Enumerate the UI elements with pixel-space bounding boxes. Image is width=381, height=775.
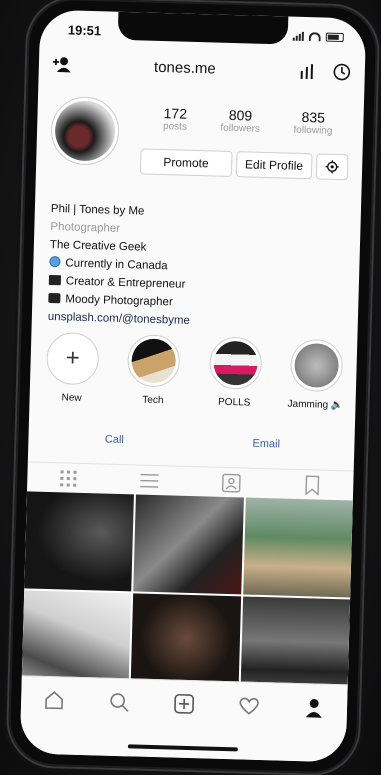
plus-icon: +: [65, 344, 81, 372]
add-user-icon[interactable]: [51, 53, 74, 76]
profile-actions: Promote Edit Profile: [139, 148, 349, 181]
bio-line: Currently in Canada: [65, 257, 168, 273]
post-thumbnail[interactable]: [242, 497, 353, 598]
stat-count: 835: [301, 108, 326, 126]
notch: [117, 11, 289, 45]
tagged-photos-icon[interactable]: [220, 472, 243, 495]
status-time: 19:51: [67, 21, 102, 38]
signal-icon: [292, 31, 304, 41]
highlight-cover: [212, 340, 258, 386]
phone-frame: 19:51 tones.me 172 posts 809 followers 8…: [7, 0, 379, 775]
stat-count: 172: [163, 105, 188, 122]
phone-screen: 19:51 tones.me 172 posts 809 followers 8…: [19, 9, 367, 763]
home-icon[interactable]: [42, 689, 65, 712]
profile-icon[interactable]: [303, 696, 326, 719]
insights-icon[interactable]: [297, 60, 320, 83]
new-post-icon[interactable]: [173, 693, 196, 716]
stat-label: posts: [162, 121, 188, 133]
battery-icon: [325, 32, 344, 42]
highlight-cover: [294, 342, 340, 389]
story-highlights: + New Tech POLLS Jamming 🔈: [41, 331, 347, 412]
stat-label: following: [293, 124, 333, 137]
stat-label: followers: [220, 122, 261, 135]
archive-history-icon[interactable]: [331, 61, 354, 84]
stat-following[interactable]: 835 following: [293, 109, 333, 137]
profile-bio: Phil | Tones by Me Photographer The Crea…: [48, 200, 347, 334]
highlight-cover: [131, 338, 177, 384]
globe-icon: [49, 255, 61, 268]
avatar[interactable]: [50, 95, 121, 166]
highlight-new[interactable]: + New: [41, 331, 103, 405]
search-icon[interactable]: [108, 691, 131, 714]
grid-view-icon[interactable]: [57, 467, 80, 490]
promote-button[interactable]: Promote: [139, 148, 233, 177]
call-button[interactable]: Call: [105, 434, 124, 447]
posts-grid: [21, 491, 353, 697]
bio-line: Moody Photographer: [65, 293, 173, 309]
highlight-tech[interactable]: Tech: [123, 334, 185, 407]
username-title: tones.me: [153, 58, 216, 78]
status-icons: [292, 31, 344, 42]
wifi-icon: [308, 31, 321, 41]
profile-stats: 172 posts 809 followers 835 following: [146, 105, 350, 138]
highlight-jamming[interactable]: Jamming 🔈: [285, 338, 347, 412]
bio-line: Creator & Entrepreneur: [65, 275, 186, 291]
stat-count: 809: [228, 106, 253, 124]
saved-bookmark-icon[interactable]: [301, 474, 324, 497]
highlight-polls[interactable]: POLLS: [204, 336, 266, 409]
highlight-label: Jamming 🔈: [287, 398, 344, 412]
avatar-photo: [54, 100, 116, 162]
highlight-label: Tech: [142, 394, 164, 407]
list-view-icon[interactable]: [138, 470, 161, 493]
gear-icon: [325, 160, 339, 174]
contact-buttons: Call Email: [40, 432, 344, 452]
profile-header: tones.me: [50, 48, 353, 88]
laptop-icon: [48, 274, 62, 286]
post-thumbnail[interactable]: [24, 491, 135, 592]
activity-heart-icon[interactable]: [238, 694, 261, 717]
stat-followers[interactable]: 809 followers: [220, 107, 260, 135]
highlight-label: POLLS: [217, 396, 251, 409]
edit-profile-button[interactable]: Edit Profile: [235, 151, 313, 180]
highlight-label: New: [61, 392, 82, 404]
settings-button[interactable]: [315, 153, 349, 181]
email-button[interactable]: Email: [252, 438, 280, 451]
profile-summary: 172 posts 809 followers 835 following Pr…: [50, 95, 350, 181]
stat-posts[interactable]: 172 posts: [163, 105, 188, 133]
camera-icon: [48, 292, 61, 304]
post-thumbnail[interactable]: [133, 494, 244, 595]
